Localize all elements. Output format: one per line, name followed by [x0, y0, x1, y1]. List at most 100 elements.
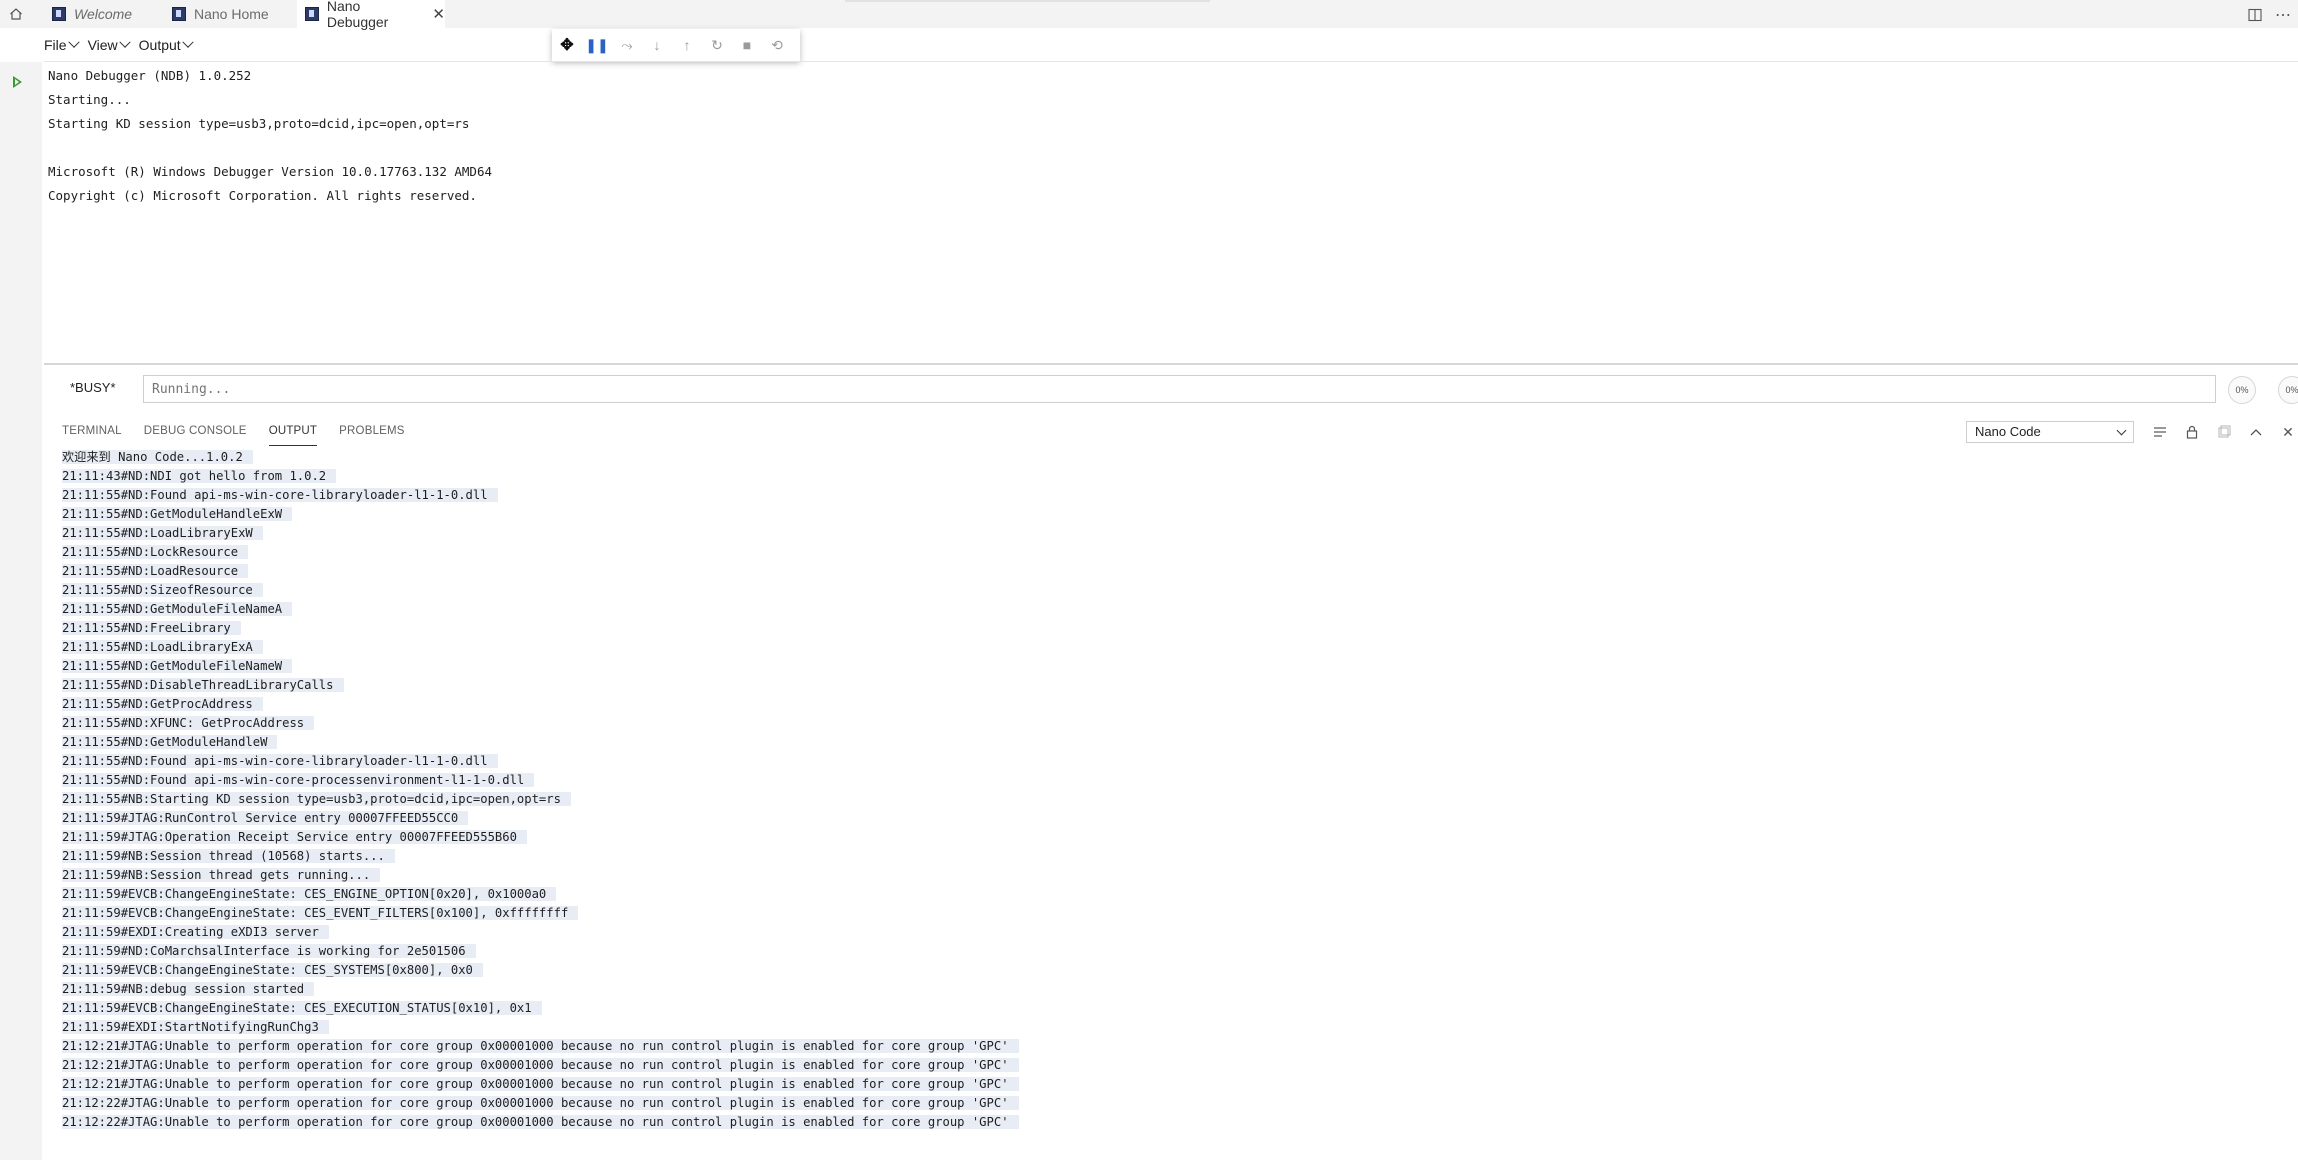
log-line: 21:11:55#ND:XFUNC: GetProcAddress [62, 713, 2282, 732]
log-text: 21:11:59#NB:debug session started [62, 982, 315, 996]
menu-output[interactable]: Output [139, 36, 194, 53]
menu-label: File [44, 37, 67, 53]
step-out-icon[interactable]: ↑ [672, 30, 702, 60]
log-line: 21:11:55#ND:GetModuleFileNameW [62, 656, 2282, 675]
log-line: 21:11:55#ND:LoadResource [62, 561, 2282, 580]
stop-icon[interactable]: ■ [732, 30, 762, 60]
log-text: 21:11:55#ND:GetModuleHandleW [62, 735, 278, 749]
log-line: 21:12:22#JTAG:Unable to perform operatio… [62, 1112, 2282, 1131]
tab-problems[interactable]: PROBLEMS [339, 416, 405, 446]
split-editor-button[interactable] [2244, 4, 2266, 26]
log-text: 21:11:59#EXDI:Creating eXDI3 server [62, 925, 329, 939]
log-line: 21:11:55#ND:GetModuleHandleW [62, 732, 2282, 751]
menu-view[interactable]: View [87, 36, 131, 53]
log-text: 21:11:59#NB:Session thread (10568) start… [62, 849, 395, 863]
log-line: 21:11:55#NB:Starting KD session type=usb… [62, 789, 2282, 808]
activity-strip [0, 62, 42, 1160]
close-icon[interactable]: ✕ [432, 5, 445, 23]
log-line: 21:11:55#ND:Found api-ms-win-core-proces… [62, 770, 2282, 789]
log-line: 21:11:59#NB:debug session started [62, 979, 2282, 998]
menu-file[interactable]: File [44, 36, 80, 53]
selected-channel: Nano Code [1975, 424, 2041, 439]
tab-terminal[interactable]: TERMINAL [62, 416, 122, 446]
debugger-console: Nano Debugger (NDB) 1.0.252 Starting... … [48, 64, 2288, 354]
command-action-button[interactable]: 0% [2228, 376, 2256, 404]
command-input[interactable] [143, 375, 2216, 403]
status-label: *BUSY* [70, 380, 116, 395]
menu-label: View [87, 37, 118, 53]
log-text: 21:11:55#ND:Found api-ms-win-core-librar… [62, 488, 498, 502]
log-text: 21:11:59#EVCB:ChangeEngineState: CES_EXE… [62, 1001, 542, 1015]
console-line: Starting... [48, 92, 131, 107]
nano-app-icon [172, 7, 186, 21]
log-line: 21:12:21#JTAG:Unable to perform operatio… [62, 1055, 2282, 1074]
log-text: 21:11:55#ND:SizeofResource [62, 583, 263, 597]
log-line: 21:11:59#EVCB:ChangeEngineState: CES_EVE… [62, 903, 2282, 922]
log-line: 21:11:55#ND:GetModuleHandleExW [62, 504, 2282, 523]
more-actions-button[interactable]: ⋯ [2272, 4, 2294, 26]
log-text: 21:11:55#ND:GetModuleHandleExW [62, 507, 293, 521]
log-line: 21:12:21#JTAG:Unable to perform operatio… [62, 1036, 2282, 1055]
tab-nano-debugger[interactable]: Nano Debugger ✕ [297, 0, 445, 30]
log-line: 21:11:55#ND:Found api-ms-win-core-librar… [62, 485, 2282, 504]
tab-debug-console[interactable]: DEBUG CONSOLE [144, 416, 247, 446]
log-text: 21:12:22#JTAG:Unable to perform operatio… [62, 1096, 1019, 1110]
close-panel-button[interactable]: ✕ [2276, 420, 2298, 444]
tab-label: Nano Home [194, 6, 269, 22]
output-channel-select[interactable]: Nano Code [1966, 421, 2134, 443]
lock-scroll-button[interactable] [2180, 420, 2204, 444]
log-line: 21:11:59#NB:Session thread (10568) start… [62, 846, 2282, 865]
log-text: 21:11:55#ND:GetModuleFileNameA [62, 602, 293, 616]
log-line: 21:11:59#JTAG:RunControl Service entry 0… [62, 808, 2282, 827]
command-action-button[interactable]: 0% [2278, 376, 2298, 404]
log-line: 21:12:22#JTAG:Unable to perform operatio… [62, 1093, 2282, 1112]
tab-welcome[interactable]: Welcome [44, 0, 169, 28]
log-line: 21:11:43#ND:NDI got hello from 1.0.2 [62, 466, 2282, 485]
split-editor-icon [2248, 8, 2262, 22]
log-line: 21:11:55#ND:GetProcAddress [62, 694, 2282, 713]
nano-app-icon [305, 7, 319, 21]
drag-handle-icon[interactable]: ✥ [552, 30, 582, 60]
log-text: 21:11:59#EVCB:ChangeEngineState: CES_SYS… [62, 963, 483, 977]
pause-icon[interactable]: ❚❚ [582, 30, 612, 60]
log-text: 21:11:59#EVCB:ChangeEngineState: CES_EVE… [62, 906, 579, 920]
log-line: 21:12:21#JTAG:Unable to perform operatio… [62, 1074, 2282, 1093]
log-text: 21:11:55#ND:Found api-ms-win-core-librar… [62, 754, 498, 768]
tab-nano-home[interactable]: Nano Home [164, 0, 297, 28]
log-text: 21:11:59#JTAG:Operation Receipt Service … [62, 830, 527, 844]
title-drag-region [845, 0, 1210, 2]
maximize-panel-button[interactable] [2244, 420, 2268, 444]
log-text: 21:11:59#EVCB:ChangeEngineState: CES_ENG… [62, 887, 557, 901]
tab-label: Nano Debugger [326, 0, 389, 30]
disconnect-icon[interactable]: ⟲ [762, 30, 792, 60]
restart-icon[interactable]: ↻ [702, 30, 732, 60]
log-text: 21:11:55#ND:LoadLibraryExW [62, 526, 263, 540]
chevron-down-icon [2116, 425, 2127, 436]
run-icon[interactable] [13, 76, 22, 88]
list-filter-icon [2154, 427, 2166, 437]
tab-label: Welcome [74, 6, 133, 22]
log-text: 21:11:55#ND:Found api-ms-win-core-proces… [62, 773, 535, 787]
clear-output-button[interactable] [2212, 420, 2236, 444]
chevron-down-icon [182, 36, 194, 48]
log-text: 21:11:55#ND:DisableThreadLibraryCalls [62, 678, 344, 692]
log-line: 21:11:59#EVCB:ChangeEngineState: CES_EXE… [62, 998, 2282, 1017]
step-over-icon[interactable]: ⤳ [612, 30, 642, 60]
home-button[interactable] [0, 0, 32, 28]
tab-output[interactable]: OUTPUT [268, 416, 318, 446]
clear-icon [2218, 425, 2231, 438]
log-text: 21:12:22#JTAG:Unable to perform operatio… [62, 1115, 1019, 1129]
pane-splitter[interactable] [44, 363, 2298, 365]
step-into-icon[interactable]: ↓ [642, 30, 672, 60]
word-wrap-button[interactable] [2148, 420, 2172, 444]
log-line: 21:11:59#EVCB:ChangeEngineState: CES_ENG… [62, 884, 2282, 903]
close-icon: ✕ [2282, 423, 2294, 440]
lock-icon [2186, 425, 2198, 439]
log-text: 21:11:59#NB:Session thread gets running.… [62, 868, 381, 882]
ellipsis-icon: ⋯ [2275, 7, 2291, 24]
log-line: 欢迎来到 Nano Code...1.0.2 [62, 447, 2282, 466]
console-line: Starting KD session type=usb3,proto=dcid… [48, 116, 470, 131]
log-text: 21:11:55#NB:Starting KD session type=usb… [62, 792, 571, 806]
log-text: 21:11:55#ND:GetProcAddress [62, 697, 263, 711]
